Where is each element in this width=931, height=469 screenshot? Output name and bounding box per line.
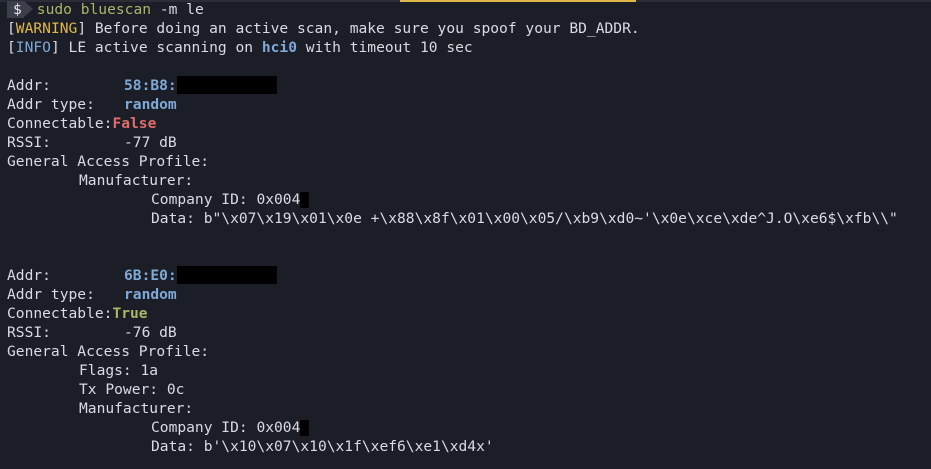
- redaction-block: [300, 420, 310, 436]
- tx-power-row: Tx Power: 0c: [7, 380, 927, 399]
- prompt-line: $ sudo bluescan -m le: [7, 0, 927, 19]
- tx-power-label: Tx Power:: [79, 381, 167, 398]
- connectable-row: Connectable:False: [7, 114, 927, 133]
- info-text-before: LE active scanning on: [59, 39, 262, 56]
- rssi-row: RSSI: -77 dB: [7, 133, 927, 152]
- rssi-label: RSSI:: [7, 324, 51, 341]
- terminal-output[interactable]: $ sudo bluescan -m le [WARNING] Before do…: [7, 0, 927, 456]
- command-args: -m le: [151, 1, 204, 18]
- data-label: Data:: [151, 210, 204, 227]
- interface-name: hci0: [261, 39, 297, 56]
- connectable-value: False: [112, 115, 157, 132]
- addr-label: Addr:: [7, 267, 51, 284]
- addr-value: 6B:E0:: [124, 267, 177, 284]
- company-id-row: Company ID: 0x004: [7, 418, 927, 437]
- addr-type-value: random: [124, 286, 177, 303]
- device-block-2: Addr: 6B:E0: Addr type: random Connectable…: [7, 266, 927, 456]
- gap-label: General Access Profile:: [7, 343, 210, 360]
- info-close-bracket: ]: [50, 39, 60, 56]
- company-id-value: 0x004: [256, 419, 301, 436]
- addr-type-label: Addr type:: [7, 286, 95, 303]
- redaction-block: [300, 192, 310, 208]
- tx-power-value: 0c: [166, 381, 185, 398]
- redaction-block: [176, 266, 277, 284]
- flags-label: Flags:: [79, 362, 141, 379]
- company-id-row: Company ID: 0x004: [7, 190, 927, 209]
- flags-row: Flags: 1a: [7, 361, 927, 380]
- connectable-label: Connectable:: [7, 305, 113, 322]
- manufacturer-row: Manufacturer:: [7, 399, 927, 418]
- addr-row: Addr: 6B:E0:: [7, 266, 927, 285]
- connectable-value: True: [112, 305, 148, 322]
- rssi-label: RSSI:: [7, 134, 51, 151]
- warning-tag: WARNING: [15, 20, 78, 37]
- data-value: b'\x10\x07\x10\x1f\xef6\xe1\xd4x': [203, 438, 494, 455]
- company-id-value: 0x004: [256, 191, 301, 208]
- gap-row: General Access Profile:: [7, 342, 927, 361]
- warning-text: Before doing an active scan, make sure y…: [86, 20, 640, 37]
- warning-open-bracket: [: [7, 20, 16, 37]
- data-row: Data: b"\x07\x19\x01\x0e +\x88\x8f\x01\x…: [7, 209, 927, 228]
- data-row: Data: b'\x10\x07\x10\x1f\xef6\xe1\xd4x': [7, 437, 927, 456]
- prompt-arrow-icon: [23, 1, 33, 17]
- connectable-label: Connectable:: [7, 115, 113, 132]
- gap-row: General Access Profile:: [7, 152, 927, 171]
- rssi-row: RSSI: -76 dB: [7, 323, 927, 342]
- info-text-after: with timeout 10 sec: [297, 39, 473, 56]
- rssi-value: -77 dB: [124, 134, 177, 151]
- info-open-bracket: [: [7, 39, 16, 56]
- prompt-symbol: $: [13, 1, 22, 18]
- info-line: [INFO] LE active scanning on hci0 with t…: [7, 38, 927, 57]
- connectable-row: Connectable:True: [7, 304, 927, 323]
- info-tag: INFO: [15, 39, 51, 56]
- data-label: Data:: [151, 438, 204, 455]
- warning-close-bracket: ]: [77, 20, 87, 37]
- command-name: sudo bluescan: [36, 1, 152, 18]
- gap-label: General Access Profile:: [7, 153, 210, 170]
- manufacturer-row: Manufacturer:: [7, 171, 927, 190]
- addr-type-label: Addr type:: [7, 96, 95, 113]
- redaction-block: [176, 76, 277, 94]
- addr-label: Addr:: [7, 77, 51, 94]
- company-id-label: Company ID:: [151, 191, 257, 208]
- company-id-label: Company ID:: [151, 419, 257, 436]
- addr-row: Addr: 58:B8:: [7, 76, 927, 95]
- manufacturer-label: Manufacturer:: [79, 400, 194, 417]
- addr-type-row: Addr type: random: [7, 285, 927, 304]
- prompt-badge: $: [7, 1, 24, 18]
- flags-value: 1a: [140, 362, 159, 379]
- device-block-1: Addr: 58:B8: Addr type: random Connectable…: [7, 76, 927, 228]
- addr-value: 58:B8:: [124, 77, 177, 94]
- addr-type-value: random: [124, 96, 177, 113]
- rssi-value: -76 dB: [124, 324, 177, 341]
- addr-type-row: Addr type: random: [7, 95, 927, 114]
- manufacturer-label: Manufacturer:: [79, 172, 194, 189]
- data-value: b"\x07\x19\x01\x0e +\x88\x8f\x01\x00\x05…: [203, 210, 898, 227]
- warning-line: [WARNING] Before doing an active scan, m…: [7, 19, 927, 38]
